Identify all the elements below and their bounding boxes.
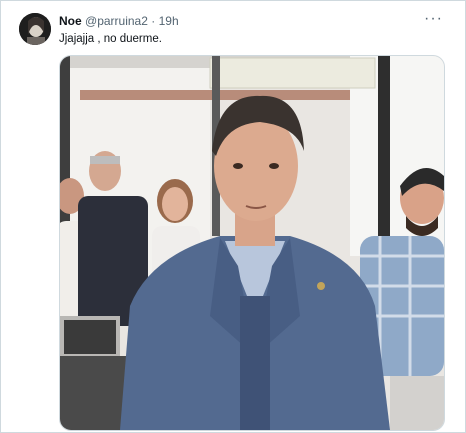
tweet-text: Jjajajja , no duerme. bbox=[59, 33, 162, 45]
separator: · bbox=[151, 14, 156, 28]
more-horizontal-icon[interactable]: ··· bbox=[424, 10, 443, 28]
timestamp[interactable]: 19h bbox=[159, 14, 179, 28]
avatar-image bbox=[19, 13, 51, 45]
tweet-header: Noe @parruina2 · 19h bbox=[59, 14, 179, 28]
avatar[interactable] bbox=[19, 13, 51, 45]
tweet-card[interactable]: Noe @parruina2 · 19h ··· Jjajajja , no d… bbox=[0, 0, 466, 433]
author-name[interactable]: Noe bbox=[59, 14, 82, 28]
photo-scene bbox=[60, 56, 444, 430]
tweet-photo[interactable] bbox=[59, 55, 445, 431]
author-handle[interactable]: @parruina2 bbox=[85, 14, 148, 28]
